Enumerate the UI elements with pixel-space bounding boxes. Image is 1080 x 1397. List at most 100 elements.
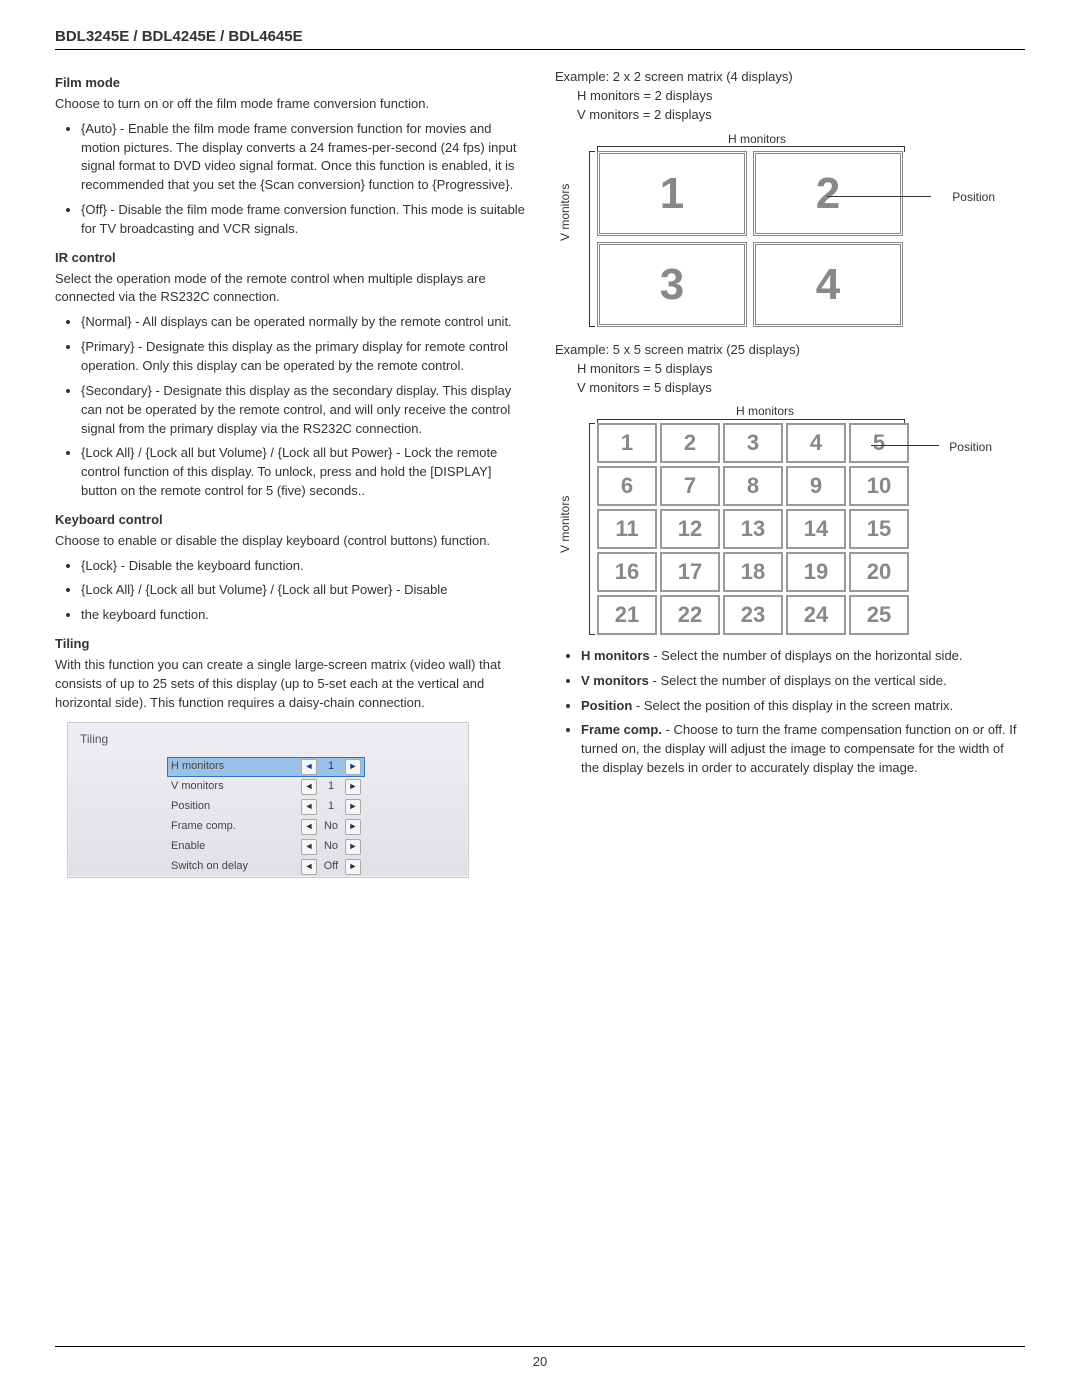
matrix-cell: 4 [753,242,903,327]
position-label: Position [949,439,992,456]
tiling-title: Tiling [55,635,525,654]
osd-row-label: Switch on delay [171,859,301,875]
osd-row-label: Position [171,799,301,815]
matrix-cell: 22 [660,595,720,635]
list-item: the keyboard function. [81,606,525,625]
arrow-right-icon[interactable]: ► [345,819,361,835]
term-v-monitors: V monitors [581,673,649,688]
arrow-right-icon[interactable]: ► [345,759,361,775]
matrix-cell: 8 [723,466,783,506]
text: - Select the number of displays on the h… [650,648,963,663]
osd-row-value: 1 [317,779,345,795]
arrow-right-icon[interactable]: ► [345,839,361,855]
matrix-cell: 1 [597,423,657,463]
text: - Disable the film mode frame conversion… [81,202,525,236]
film-mode-title: Film mode [55,74,525,93]
arrow-left-icon[interactable]: ◄ [301,779,317,795]
right-column: Example: 2 x 2 screen matrix (4 displays… [555,64,1025,878]
matrix-cell: 2 [660,423,720,463]
matrix-cell: 20 [849,552,909,592]
bracket-vertical [589,423,595,635]
position-line [827,196,931,197]
osd-row-content: Frame comp.◄No► [168,818,364,836]
arrow-left-icon[interactable]: ◄ [301,839,317,855]
list-item: {Primary} - Designate this display as th… [81,338,525,376]
example-2x2-h: H monitors = 2 displays [577,87,1025,106]
display-button: DISPLAY [434,464,488,479]
osd-row-content: V monitors◄1► [168,778,364,796]
text: - Designate this display as the primary … [81,339,508,373]
arrow-left-icon[interactable]: ◄ [301,759,317,775]
matrix-cell: 3 [597,242,747,327]
matrix-cell: 24 [786,595,846,635]
osd-row: Frame comp.◄No► [68,817,468,837]
option-off: {Off} [81,202,107,217]
film-mode-intro: Choose to turn on or off the film mode f… [55,95,525,114]
osd-row-label: Enable [171,839,301,855]
text: {Progressive} [432,177,509,192]
matrix-cell: 21 [597,595,657,635]
text: the keyboard function. [81,607,209,622]
osd-row-label: H monitors [171,759,301,775]
arrow-right-icon[interactable]: ► [345,779,361,795]
left-column: Film mode Choose to turn on or off the f… [55,64,525,878]
text: ). This function requires a daisy-chain … [139,695,425,710]
text: . [510,177,514,192]
matrix-cell: 25 [849,595,909,635]
matrix-cell: 9 [786,466,846,506]
osd-row-label: V monitors [171,779,301,795]
arrow-right-icon[interactable]: ► [345,799,361,815]
list-item: {Secondary} - Designate this display as … [81,382,525,439]
matrix-cell: 6 [597,466,657,506]
keyboard-control-intro: Choose to enable or disable the display … [55,532,525,551]
list-item: {Normal} - All displays can be operated … [81,313,525,332]
text: - Select the position of this display in… [632,698,953,713]
osd-row-content: H monitors◄1► [168,758,364,776]
matrix-2x2-diagram: H monitors V monitors 1234 Position [567,131,927,327]
matrix-cell: 14 [786,509,846,549]
text: / [135,582,146,597]
model-header: BDL3245E / BDL4245E / BDL4645E [55,28,1025,50]
list-item: {Lock All} / {Lock all but Volume} / {Lo… [81,581,525,600]
osd-row-label: Frame comp. [171,819,301,835]
matrix-cell: 15 [849,509,909,549]
matrix-cell: 17 [660,552,720,592]
text: / [135,445,146,460]
document-page: BDL3245E / BDL4245E / BDL4645E Film mode… [0,0,1080,1397]
matrix-cell: 12 [660,509,720,549]
matrix-cell: 11 [597,509,657,549]
ir-control-title: IR control [55,249,525,268]
text: - Disable [393,582,448,597]
matrix-cell: 7 [660,466,720,506]
footer-rule [55,1346,1025,1347]
keyboard-control-title: Keyboard control [55,511,525,530]
tiling-osd-menu: Tiling H monitors◄1►V monitors◄1►Positio… [67,722,469,877]
matrix-cell: 18 [723,552,783,592]
example-5x5-h: H monitors = 5 displays [577,360,1025,379]
arrow-left-icon[interactable]: ◄ [301,859,317,875]
matrix-cell: 19 [786,552,846,592]
matrix-cell: 4 [786,423,846,463]
bracket-vertical [589,151,595,327]
position-label: Position [952,189,995,206]
osd-row: V monitors◄1► [68,777,468,797]
arrow-left-icon[interactable]: ◄ [301,799,317,815]
arrow-left-icon[interactable]: ◄ [301,819,317,835]
osd-row-value: 1 [317,759,345,775]
option-lock-volume: {Lock all but Volume} [145,445,266,460]
osd-row-value: 1 [317,799,345,815]
text: sets of this display ( [167,676,285,691]
osd-row-content: Position◄1► [168,798,364,816]
osd-row: Enable◄No► [68,837,468,857]
term-frame-comp: Frame comp. [581,722,662,737]
list-item: Position - Select the position of this d… [581,697,1025,716]
term-h-monitors: H monitors [581,648,650,663]
osd-row-value: No [317,839,345,855]
position-line [871,445,939,446]
osd-row-content: Enable◄No► [168,838,364,856]
option-lock-all: {Lock All} [81,445,135,460]
matrix-cell: 5 [849,423,909,463]
osd-row-value: Off [317,859,345,875]
arrow-right-icon[interactable]: ► [345,859,361,875]
text: / [267,445,278,460]
